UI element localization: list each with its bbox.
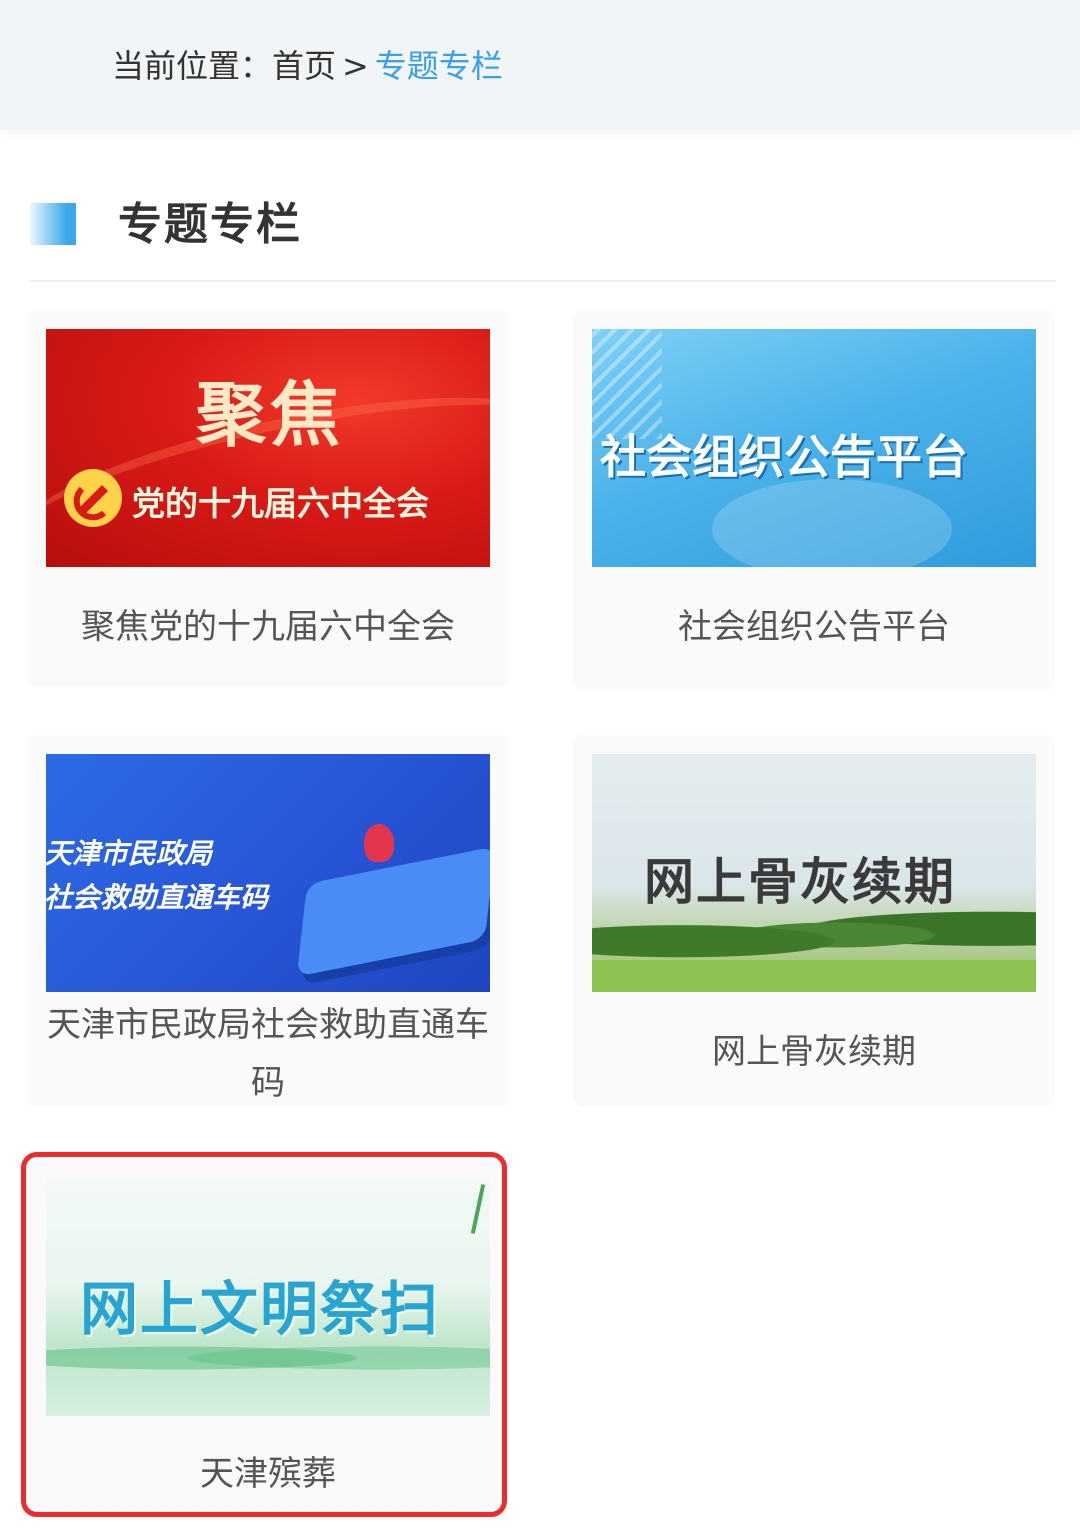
card-caption[interactable]: 天津市民政局社会救助直通车码 xyxy=(46,996,490,1112)
section-title: 专题专栏 xyxy=(118,199,302,250)
section-marker-icon xyxy=(30,203,76,245)
people-circle-graphic xyxy=(712,479,952,567)
breadcrumb-prefix: 当前位置： xyxy=(112,47,273,85)
banner-assistance[interactable]: 天津市民政局 社会救助直通车码 xyxy=(46,754,490,992)
card-caption[interactable]: 网上骨灰续期 xyxy=(592,1024,1036,1080)
breadcrumb-bar: 当前位置：首页 > 专题专栏 xyxy=(0,0,1080,130)
highlight-box xyxy=(21,1152,507,1517)
party-emblem-icon xyxy=(64,469,122,527)
banner-subtitle: 党的十九届六中全会 xyxy=(132,484,429,523)
banner-social-org[interactable]: 社会组织公告平台 xyxy=(592,329,1036,567)
phone-illustration xyxy=(296,846,490,977)
card-caption[interactable]: 聚焦党的十九届六中全会 xyxy=(46,599,490,655)
banner-title: 聚焦 xyxy=(196,373,344,456)
topic-card-social-org[interactable]: 社会组织公告平台 社会组织公告平台 xyxy=(576,313,1052,687)
banner-line2: 社会救助直通车码 xyxy=(46,881,269,914)
banner-title: 社会组织公告平台 xyxy=(600,430,968,484)
breadcrumb: 当前位置：首页 > 专题专栏 xyxy=(112,44,503,88)
breadcrumb-separator: > xyxy=(342,47,369,85)
question-mark-icon xyxy=(364,824,394,862)
breadcrumb-home-link[interactable]: 首页 xyxy=(272,47,336,85)
grass-graphic xyxy=(592,960,1036,992)
breadcrumb-current: 专题专栏 xyxy=(374,47,503,85)
banner-title: 网上骨灰续期 xyxy=(644,853,956,911)
banner-party-plenum[interactable]: 聚焦 党的十九届六中全会 xyxy=(46,329,490,567)
banner-ashes-renewal[interactable]: 网上骨灰续期 xyxy=(592,754,1036,992)
section-header: 专题专栏 xyxy=(30,195,1056,282)
card-caption[interactable]: 社会组织公告平台 xyxy=(592,599,1036,655)
topic-card-ashes-renewal[interactable]: 网上骨灰续期 网上骨灰续期 xyxy=(576,738,1052,1104)
topic-card-party-plenum[interactable]: 聚焦 党的十九届六中全会 聚焦党的十九届六中全会 xyxy=(30,313,506,683)
topic-card-assistance[interactable]: 天津市民政局 社会救助直通车码 天津市民政局社会救助直通车码 xyxy=(30,738,506,1104)
banner-line1: 天津市民政局 xyxy=(46,837,213,870)
